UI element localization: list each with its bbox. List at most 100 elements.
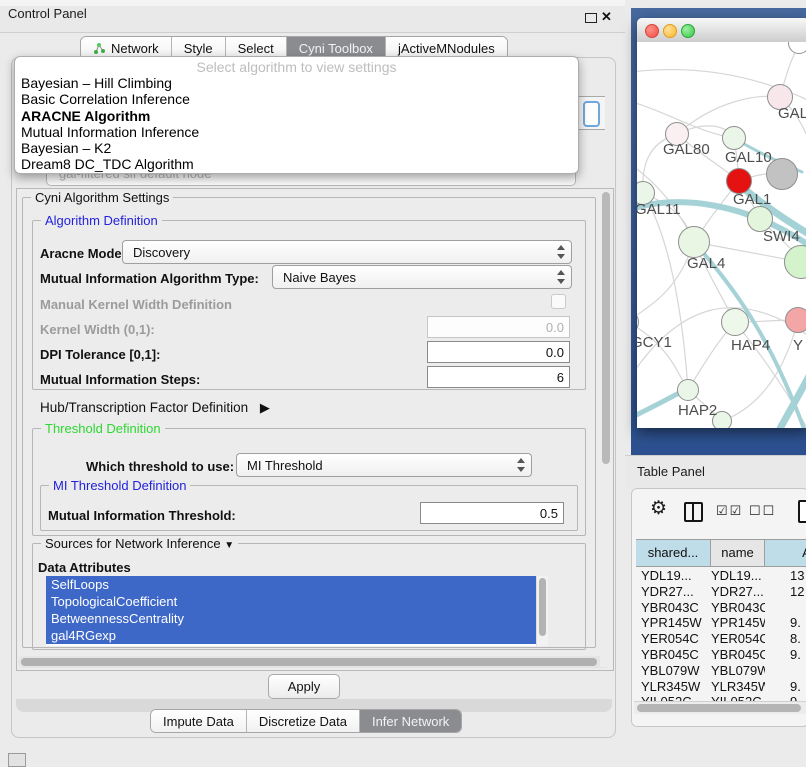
node-label-gal11: GAL11 (637, 201, 681, 218)
tab-infer-network[interactable]: Infer Network (359, 710, 461, 732)
apply-button[interactable]: Apply (268, 674, 340, 699)
node-label-gal: GAL (778, 105, 806, 122)
which-threshold-select[interactable]: MI Threshold (236, 453, 532, 477)
mi-threshold-label: Mutual Information Threshold: (48, 508, 236, 523)
algorithm-options: Bayesian – Hill ClimbingBasic Correlatio… (21, 75, 572, 173)
select-all-checkboxes-icon[interactable]: ☑☑ (716, 503, 743, 519)
settings-horizontal-scrollbar[interactable] (18, 656, 610, 668)
kernel-width-label: Kernel Width (0,1): (40, 322, 155, 337)
cell: YDR27... (711, 584, 765, 599)
table-row[interactable]: YBR045CYBR045C9. (636, 647, 806, 663)
node-label-gal80: GAL80 (663, 141, 710, 158)
tab-label: Impute Data (163, 714, 234, 729)
algorithm-placeholder: Select algorithm to view settings (15, 59, 578, 75)
algorithm-option-aracne-algorithm[interactable]: ARACNE Algorithm (21, 108, 572, 124)
minimize-traffic-light[interactable] (663, 24, 677, 38)
node-hap4[interactable] (721, 308, 749, 336)
table-row[interactable]: YER054CYER054C8. (636, 631, 806, 647)
hub-definition-toggle[interactable]: Hub/Transcription Factor Definition ▶ (40, 400, 270, 416)
mi-steps-label: Mutual Information Steps: (40, 372, 200, 387)
mi-steps-field[interactable]: 6 (427, 366, 570, 388)
column-header-a[interactable]: A (765, 540, 806, 566)
column-header-name[interactable]: name (711, 540, 765, 566)
table-row[interactable]: YDL19...YDL19... 13 (636, 568, 806, 584)
stepper-icon (557, 244, 566, 260)
table-horizontal-scrollbar[interactable] (634, 701, 806, 714)
tab-label: Network (111, 41, 159, 56)
table-panel-body: ⚙ ☑☑ ☐☐ shared...nameA YDL19...YDL19... 1… (631, 488, 806, 727)
mi-type-select[interactable]: Naive Bayes (272, 265, 572, 289)
algorithm-option-basic-correlation-inference[interactable]: Basic Correlation Inference (21, 91, 572, 107)
corner-button[interactable] (8, 753, 26, 767)
split-columns-icon[interactable] (684, 502, 703, 522)
collapse-arrow-icon: ▼ (224, 540, 234, 551)
algorithm-option-dream8-dc-tdc-algorithm[interactable]: Dream8 DC_TDC Algorithm (21, 156, 572, 172)
cyni-bottom-tabs: Impute Data Discretize Data Infer Network (150, 709, 462, 733)
algorithm-option-mutual-information-inference[interactable]: Mutual Information Inference (21, 124, 572, 140)
stepper-icon (557, 269, 566, 285)
node-label-hap2: HAP2 (678, 402, 717, 419)
cell: 8. (790, 631, 806, 646)
attribute-item-selfloops[interactable]: SelfLoops (46, 576, 538, 593)
aracne-mode-select[interactable]: Discovery (122, 240, 572, 264)
deselect-all-checkboxes-icon[interactable]: ☐☐ (749, 503, 776, 519)
network-window[interactable]: GALGAL80GAL10GAL1GAL11SWI4GAL4GCY1HAP4YH… (637, 18, 806, 428)
node-label-y: Y (793, 337, 803, 354)
algorithm-definition-title: Algorithm Definition (41, 213, 162, 228)
sources-title[interactable]: Sources for Network Inference ▼ (41, 536, 238, 551)
tab-impute-data[interactable]: Impute Data (151, 710, 246, 732)
stepper-icon (517, 457, 526, 473)
control-panel-title: Control Panel (8, 6, 87, 21)
table-row[interactable]: YLR345WYLR345W9. (636, 679, 806, 695)
node-label-gal4: GAL4 (687, 255, 725, 272)
zoom-traffic-light[interactable] (681, 24, 695, 38)
cell: YBR045C (641, 647, 711, 662)
tab-label: Select (238, 41, 274, 56)
algorithm-option-bayesian-k2[interactable]: Bayesian – K2 (21, 140, 572, 156)
attributes-scrollbar[interactable] (536, 576, 548, 646)
node-label-gal10: GAL10 (725, 149, 772, 166)
aracne-mode-label: Aracne Mode: (40, 246, 126, 261)
kernel-width-field[interactable]: 0.0 (427, 316, 570, 338)
network-window-titlebar[interactable] (637, 18, 806, 43)
table-panel-title: Table Panel (637, 464, 705, 479)
column-header-shared[interactable]: shared... (636, 540, 711, 566)
network-canvas[interactable]: GALGAL80GAL10GAL1GAL11SWI4GAL4GCY1HAP4YH… (637, 42, 806, 428)
node-y[interactable] (785, 307, 806, 333)
tab-discretize-data[interactable]: Discretize Data (246, 710, 359, 732)
close-traffic-light[interactable] (645, 24, 659, 38)
algorithm-option-bayesian-hill-climbing[interactable]: Bayesian – Hill Climbing (21, 75, 572, 91)
document-icon[interactable] (798, 500, 806, 523)
table-row[interactable]: YBL079WYBL079W (636, 663, 806, 679)
manual-kernel-checkbox[interactable] (551, 294, 566, 309)
cell: YPR145W (641, 615, 711, 630)
cell: YDR27... (641, 584, 711, 599)
cell: YBL079W (711, 663, 765, 678)
node-hap2[interactable] (677, 379, 699, 401)
dpi-tolerance-field[interactable]: 0.0 (427, 341, 570, 363)
table-row[interactable]: YPR145WYPR145W9. (636, 615, 806, 631)
float-window-icon[interactable] (585, 13, 597, 23)
close-icon[interactable]: ✕ (601, 9, 612, 25)
node-label-swi4: SWI4 (763, 228, 800, 245)
mi-threshold-title: MI Threshold Definition (49, 478, 190, 493)
table-row[interactable]: YDR27...YDR27...12 (636, 584, 806, 600)
table-row[interactable]: YBR043CYBR043C (636, 600, 806, 616)
inference-combo-stepper[interactable] (577, 96, 605, 130)
tab-label: Discretize Data (259, 714, 347, 729)
attribute-item-gal4rgexp[interactable]: gal4RGexp (46, 627, 538, 644)
mi-threshold-field[interactable]: 0.5 (420, 502, 564, 524)
node-gal10[interactable] (722, 126, 746, 150)
network-icon (93, 42, 106, 55)
settings-vertical-scrollbar[interactable] (600, 190, 611, 667)
attribute-item-betweennesscentrality[interactable]: BetweennessCentrality (46, 610, 538, 627)
node-gal4[interactable] (678, 226, 710, 258)
gear-icon[interactable]: ⚙ (650, 497, 667, 520)
cell: YBR043C (641, 600, 711, 615)
cell: 13 (790, 568, 806, 583)
attribute-item-topologicalcoefficient[interactable]: TopologicalCoefficient (46, 593, 538, 610)
tab-label: Style (184, 41, 213, 56)
cell: YDL19... (711, 568, 765, 583)
cell: 9. (790, 615, 806, 630)
cell: YDL19... (641, 568, 711, 583)
